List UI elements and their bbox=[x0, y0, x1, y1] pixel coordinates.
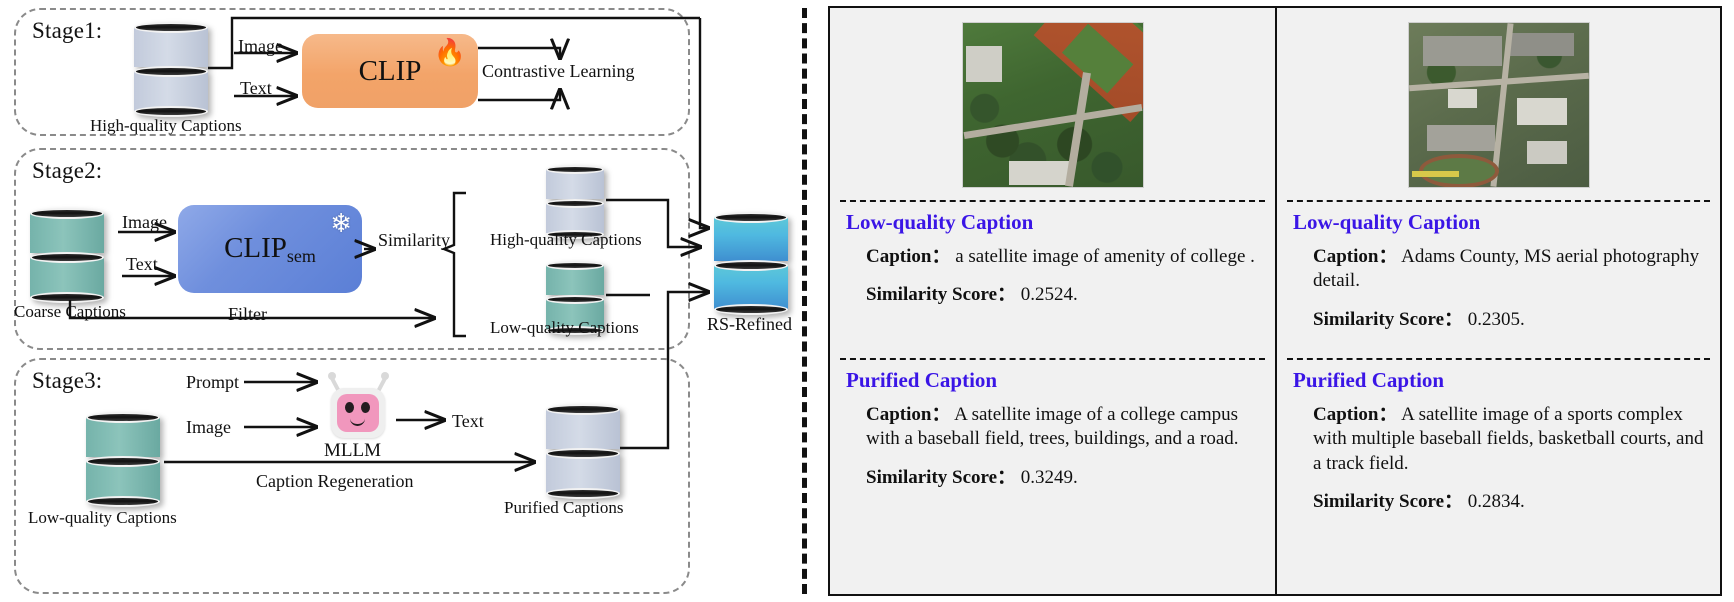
similarity-score-row: Similarity Score： 0.2305. bbox=[1313, 308, 1708, 332]
divider-line bbox=[1287, 200, 1710, 202]
database-coarse-captions bbox=[30, 204, 104, 303]
stage1-label: Stage1: bbox=[32, 18, 103, 43]
low-quality-caption-section-2: Low-quality Caption Caption： Adams Count… bbox=[1293, 210, 1708, 346]
stage1-output-label: Contrastive Learning bbox=[482, 61, 635, 81]
caption-label: Caption： bbox=[1313, 246, 1398, 267]
database-branch-high-quality bbox=[546, 162, 604, 239]
clipsem-base: CLIP bbox=[224, 231, 287, 264]
stage2-label: Stage2: bbox=[32, 158, 103, 183]
database-low-quality-captions bbox=[86, 408, 160, 507]
clipsem-model-label: CLIPsem bbox=[224, 232, 316, 267]
caption-row: Caption： a satellite image of amenity of… bbox=[866, 245, 1263, 269]
clipsem-subscript: sem bbox=[286, 245, 316, 266]
stage3-db-caption: Low-quality Captions bbox=[28, 508, 177, 527]
caption-row: Caption： Adams County, MS aerial photogr… bbox=[1313, 245, 1708, 294]
similarity-score-label: Similarity Score： bbox=[866, 466, 1017, 488]
caption-label: Caption： bbox=[866, 404, 951, 425]
similarity-score-label: Similarity Score： bbox=[866, 284, 1017, 306]
stage2-branch-high-label: High-quality Captions bbox=[490, 230, 642, 249]
database-purified-captions bbox=[546, 400, 620, 499]
divider-line bbox=[840, 358, 1265, 360]
example-column-2: Low-quality Caption Caption： Adams Count… bbox=[1275, 8, 1720, 594]
stage3-result-caption: Purified Captions bbox=[504, 498, 624, 517]
flame-icon: 🔥 bbox=[433, 38, 466, 67]
panel-divider bbox=[802, 8, 807, 594]
stage3-edge-label-prompt: Prompt bbox=[186, 372, 240, 392]
similarity-score-value: 0.2305. bbox=[1467, 308, 1525, 330]
stage2-edge-label-image: Image bbox=[122, 212, 167, 232]
similarity-score-row: Similarity Score： 0.2524. bbox=[866, 283, 1263, 307]
similarity-score-row: Similarity Score： 0.3249. bbox=[866, 466, 1263, 490]
stage2-db-caption: Coarse Captions bbox=[14, 302, 126, 321]
pipeline-diagram: Stage1: Stage2: Stage3: High-quality Cap… bbox=[0, 0, 800, 602]
figure-root: Stage1: Stage2: Stage3: High-quality Cap… bbox=[0, 0, 1734, 602]
stage3-label: Stage3: bbox=[32, 368, 103, 393]
stage2-branch-low-label: Low-quality Captions bbox=[490, 318, 639, 337]
robot-icon bbox=[323, 372, 393, 440]
stage2-edge-label-text: Text bbox=[126, 254, 158, 274]
mllm-label: MLLM bbox=[324, 440, 381, 461]
satellite-image-sports-complex bbox=[1407, 22, 1590, 188]
section-heading: Purified Caption bbox=[846, 368, 998, 392]
examples-panel: Low-quality Caption Caption： a satellite… bbox=[828, 6, 1722, 596]
caption-value: a satellite image of amenity of college … bbox=[955, 246, 1255, 267]
section-heading: Low-quality Caption bbox=[1293, 210, 1481, 234]
section-heading: Purified Caption bbox=[1293, 368, 1445, 392]
similarity-score-value: 0.3249. bbox=[1020, 466, 1078, 488]
similarity-score-row: Similarity Score： 0.2834. bbox=[1313, 490, 1708, 514]
low-quality-caption-section-1: Low-quality Caption Caption： a satellite… bbox=[846, 210, 1263, 322]
similarity-score-value: 0.2834. bbox=[1467, 490, 1525, 512]
caption-label: Caption： bbox=[866, 246, 951, 267]
stage3-edge-label-image: Image bbox=[186, 417, 231, 437]
database-rs-refined bbox=[714, 208, 788, 315]
snowflake-icon: ❄ bbox=[330, 209, 352, 238]
clip-model-label: CLIP bbox=[358, 54, 422, 87]
divider-line bbox=[840, 200, 1265, 202]
stage3-process-label: Caption Regeneration bbox=[256, 471, 414, 491]
stage2-filter-label: Filter bbox=[228, 304, 267, 324]
stage1-edge-label-image: Image bbox=[238, 36, 283, 56]
similarity-score-label: Similarity Score： bbox=[1313, 490, 1464, 512]
divider-line bbox=[1287, 358, 1710, 360]
stage1-edge-label-text: Text bbox=[240, 78, 272, 98]
clip-model-block: CLIP 🔥 bbox=[302, 34, 478, 108]
section-heading: Low-quality Caption bbox=[846, 210, 1034, 234]
stage3-output-label-text: Text bbox=[452, 411, 484, 431]
caption-label: Caption： bbox=[1313, 404, 1398, 425]
purified-caption-section-2: Purified Caption Caption： A satellite im… bbox=[1293, 368, 1708, 528]
example-column-1: Low-quality Caption Caption： a satellite… bbox=[830, 8, 1275, 594]
caption-row: Caption： A satellite image of a sports c… bbox=[1313, 403, 1708, 476]
similarity-score-label: Similarity Score： bbox=[1313, 308, 1464, 330]
caption-row: Caption： A satellite image of a college … bbox=[866, 403, 1263, 452]
satellite-image-college-campus bbox=[961, 22, 1144, 188]
database-high-quality-captions bbox=[134, 18, 208, 117]
similarity-score-value: 0.2524. bbox=[1020, 284, 1078, 306]
purified-caption-section-1: Purified Caption Caption： A satellite im… bbox=[846, 368, 1263, 504]
clipsem-model-block: CLIPsem ❄ bbox=[178, 205, 362, 293]
rs-refined-label: RS-Refined bbox=[707, 314, 792, 334]
stage1-db-caption: High-quality Captions bbox=[90, 116, 242, 135]
stage2-output-label-similarity: Similarity bbox=[378, 230, 450, 250]
